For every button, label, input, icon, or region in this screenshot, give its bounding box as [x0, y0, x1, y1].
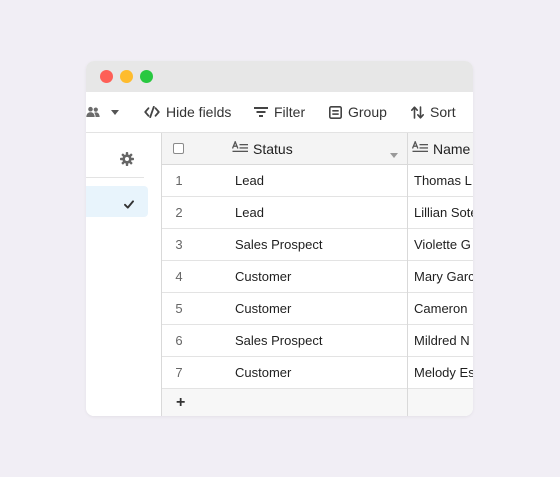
row-number: 2 — [175, 205, 183, 220]
text-field-icon — [412, 140, 428, 156]
header-row: Status Name — [162, 133, 473, 165]
table-row[interactable]: 7 Customer Melody Es — [162, 357, 473, 389]
data-grid: Status Name 1 Lead Thomas L 2 Lead Lilli… — [162, 133, 473, 416]
add-row-footer: + — [162, 389, 473, 416]
table-row[interactable]: 3 Sales Prospect Violette G — [162, 229, 473, 261]
name-cell[interactable]: Cameron — [414, 293, 473, 324]
filter-icon — [254, 106, 268, 118]
sort-icon — [411, 105, 424, 119]
row-number: 6 — [175, 333, 183, 348]
chevron-down-icon — [111, 109, 119, 115]
sort-caret-icon[interactable] — [390, 146, 398, 161]
row-number: 7 — [175, 365, 183, 380]
name-cell[interactable]: Violette G — [414, 229, 473, 260]
status-cell[interactable]: Lead — [235, 197, 395, 228]
table-row[interactable]: 5 Customer Cameron — [162, 293, 473, 325]
name-cell[interactable]: Mary Garc — [414, 261, 473, 292]
sort-button[interactable]: Sort — [411, 92, 456, 132]
close-window-button[interactable] — [100, 70, 113, 83]
toolbar: Hide fields Filter Group Sort — [86, 92, 473, 133]
checkmark-icon — [124, 196, 134, 214]
status-cell[interactable]: Lead — [235, 165, 395, 196]
people-icon — [86, 106, 100, 118]
hide-fields-button[interactable]: Hide fields — [144, 92, 231, 132]
sidebar-divider — [86, 177, 144, 178]
row-number: 1 — [175, 173, 183, 188]
table-row[interactable]: 4 Customer Mary Garc — [162, 261, 473, 293]
collaborators-dropdown[interactable] — [86, 92, 119, 132]
column-header-label: Status — [253, 140, 293, 157]
name-cell[interactable]: Lillian Sote — [414, 197, 473, 228]
app-window: Hide fields Filter Group Sort Status Nam… — [86, 61, 473, 416]
status-cell[interactable]: Customer — [235, 293, 395, 324]
column-header-label: Name — [433, 140, 471, 157]
column-header-name[interactable]: Name — [412, 133, 473, 164]
views-sidebar — [86, 133, 162, 416]
title-bar — [86, 61, 473, 92]
row-number: 5 — [175, 301, 183, 316]
name-cell[interactable]: Melody Es — [414, 357, 473, 388]
column-header-status[interactable]: Status — [232, 133, 402, 164]
table-row[interactable]: 1 Lead Thomas L — [162, 165, 473, 197]
minimize-window-button[interactable] — [120, 70, 133, 83]
maximize-window-button[interactable] — [140, 70, 153, 83]
add-row-button[interactable]: + — [176, 394, 185, 412]
group-label: Group — [348, 104, 387, 120]
status-cell[interactable]: Sales Prospect — [235, 325, 395, 356]
hide-fields-icon — [144, 106, 160, 118]
group-button[interactable]: Group — [329, 92, 387, 132]
status-cell[interactable]: Customer — [235, 261, 395, 292]
name-cell[interactable]: Mildred N — [414, 325, 473, 356]
filter-button[interactable]: Filter — [254, 92, 305, 132]
text-field-icon — [232, 140, 248, 156]
table-row[interactable]: 2 Lead Lillian Sote — [162, 197, 473, 229]
row-number: 3 — [175, 237, 183, 252]
name-cell[interactable]: Thomas L — [414, 165, 473, 196]
status-cell[interactable]: Sales Prospect — [235, 229, 395, 260]
select-all-checkbox[interactable] — [173, 143, 184, 154]
group-icon — [329, 105, 342, 119]
sidebar-view-item[interactable] — [86, 186, 148, 217]
status-cell[interactable]: Customer — [235, 357, 395, 388]
hide-fields-label: Hide fields — [166, 104, 232, 120]
sort-label: Sort — [430, 104, 456, 120]
table-row[interactable]: 6 Sales Prospect Mildred N — [162, 325, 473, 357]
row-number: 4 — [175, 269, 183, 284]
column-divider — [407, 133, 408, 416]
filter-label: Filter — [274, 104, 306, 120]
gear-icon[interactable] — [120, 152, 134, 166]
